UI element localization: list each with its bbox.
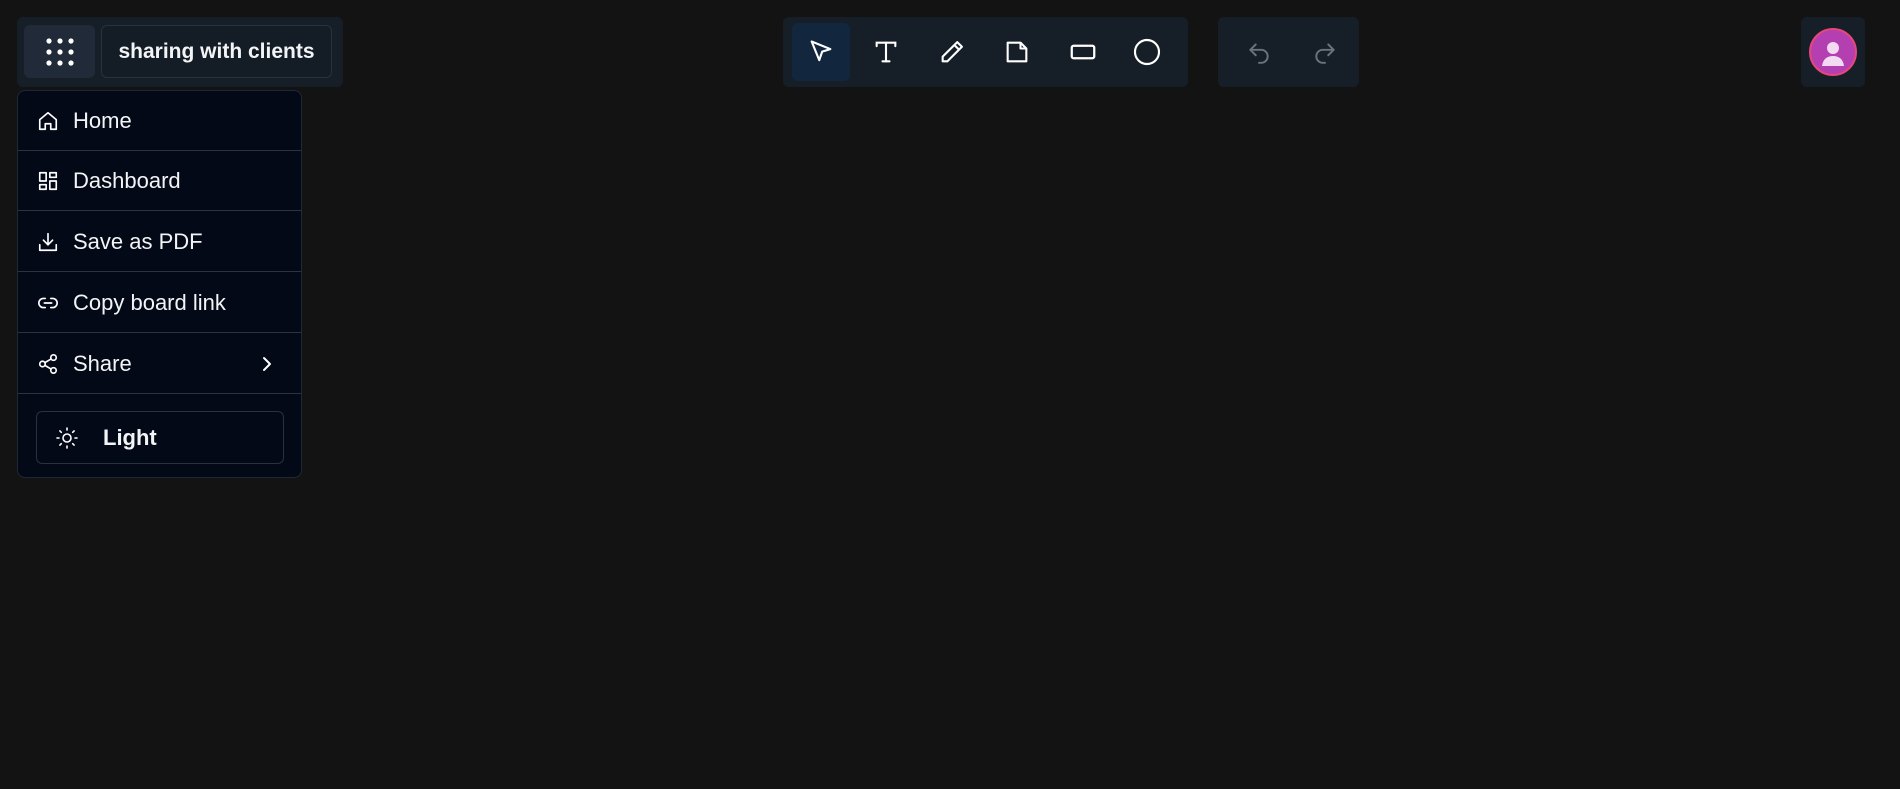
cursor-icon xyxy=(810,40,832,62)
avatar[interactable] xyxy=(1809,28,1857,76)
note-icon xyxy=(1006,41,1028,63)
pencil-icon xyxy=(941,41,963,63)
tool-circle[interactable] xyxy=(1118,23,1176,81)
dashboard-icon xyxy=(36,169,60,193)
undo-icon xyxy=(1249,43,1269,64)
theme-label: Light xyxy=(103,424,157,450)
drawing-toolbar xyxy=(783,17,1188,87)
whiteboard-canvas[interactable]: sharing with clients Home Dashboard Save… xyxy=(0,0,1900,789)
text-icon xyxy=(875,41,897,63)
menu-item-label: Share xyxy=(73,350,132,376)
link-icon xyxy=(36,291,60,315)
tool-rectangle[interactable] xyxy=(1054,23,1112,81)
sun-icon xyxy=(56,426,78,449)
tool-sticky-note[interactable] xyxy=(988,23,1046,81)
board-header: sharing with clients xyxy=(17,17,343,87)
circle-icon xyxy=(1133,38,1161,66)
menu-item-copy-link[interactable]: Copy board link xyxy=(18,273,301,333)
rectangle-icon xyxy=(1070,44,1096,60)
board-title-input[interactable]: sharing with clients xyxy=(101,25,332,78)
share-icon xyxy=(36,352,60,376)
menu-item-home[interactable]: Home xyxy=(18,91,301,151)
user-panel xyxy=(1801,17,1865,87)
tool-text[interactable] xyxy=(857,23,915,81)
menu-item-label: Dashboard xyxy=(73,167,181,193)
menu-toggle-button[interactable] xyxy=(24,25,95,78)
menu-item-dashboard[interactable]: Dashboard xyxy=(18,151,301,211)
home-icon xyxy=(36,109,60,133)
history-controls xyxy=(1218,17,1359,87)
menu-item-label: Copy board link xyxy=(73,289,226,315)
menu-item-save-pdf[interactable]: Save as PDF xyxy=(18,212,301,272)
redo-button[interactable] xyxy=(1302,29,1348,75)
board-menu: Home Dashboard Save as PDF Copy board li… xyxy=(17,90,302,478)
grid-dots-icon xyxy=(45,37,74,66)
theme-toggle-button[interactable]: Light xyxy=(36,411,284,464)
redo-icon xyxy=(1315,43,1335,64)
tool-select[interactable] xyxy=(792,23,850,81)
undo-button[interactable] xyxy=(1236,29,1282,75)
chevron-right-icon xyxy=(263,357,271,371)
tool-pen[interactable] xyxy=(923,23,981,81)
menu-item-label: Save as PDF xyxy=(73,228,203,254)
download-icon xyxy=(36,230,60,254)
menu-item-label: Home xyxy=(73,107,132,133)
menu-item-share[interactable]: Share xyxy=(18,334,301,394)
user-icon xyxy=(1822,42,1844,66)
